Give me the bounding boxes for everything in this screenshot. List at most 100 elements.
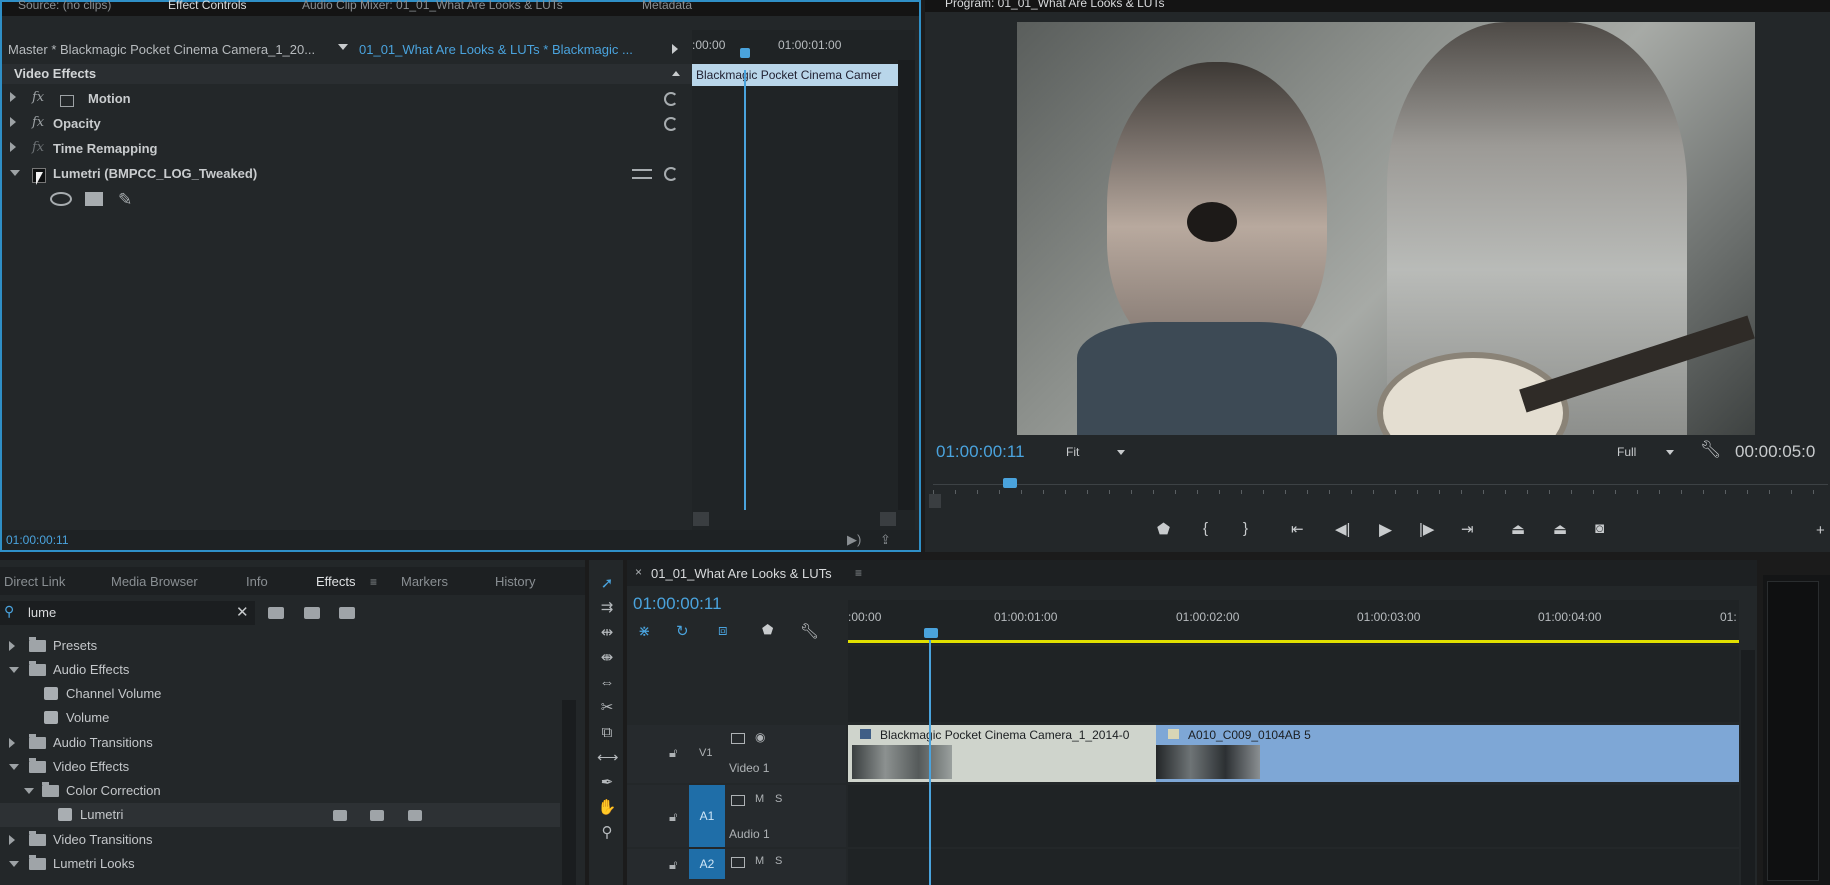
ec-playhead-icon[interactable] bbox=[740, 48, 750, 58]
tree-item-audio-effects[interactable]: Audio Effects bbox=[0, 658, 560, 682]
tree-item-color-correction[interactable]: Color Correction bbox=[0, 779, 560, 803]
eye-icon[interactable]: ◉ bbox=[755, 730, 765, 744]
rectangle-mask-icon[interactable] bbox=[85, 192, 103, 206]
tree-item-lumetri[interactable]: Lumetri bbox=[0, 803, 560, 827]
effect-row-opacity[interactable]: fx Opacity bbox=[2, 113, 692, 137]
master-dropdown-icon[interactable] bbox=[338, 44, 348, 50]
work-area-bar[interactable] bbox=[848, 640, 1739, 643]
ellipse-mask-icon[interactable] bbox=[50, 192, 72, 206]
add-marker-icon[interactable]: ⬟ bbox=[762, 622, 773, 638]
accelerated-effects-icon[interactable] bbox=[268, 607, 284, 619]
add-marker-icon[interactable]: ⬟ bbox=[1157, 520, 1170, 538]
tab-sequence[interactable]: 01_01_What Are Looks & LUTs bbox=[651, 566, 832, 581]
source-patch-a2[interactable]: A2 bbox=[689, 849, 725, 879]
lock-icon[interactable]: 🔓︎ bbox=[669, 745, 677, 761]
transform-icon[interactable] bbox=[60, 95, 74, 107]
pen-mask-icon[interactable]: ✎ bbox=[118, 190, 132, 210]
expand-icon[interactable] bbox=[9, 641, 15, 651]
wrench-icon[interactable]: 🔧︎ bbox=[1700, 440, 1722, 460]
timeline-timecode[interactable]: 01:00:00:11 bbox=[633, 594, 722, 614]
timeline-playhead-icon[interactable] bbox=[924, 628, 938, 638]
program-timecode[interactable]: 01:00:00:11 bbox=[936, 442, 1025, 462]
close-icon[interactable]: × bbox=[635, 565, 642, 579]
search-input[interactable]: lume bbox=[28, 605, 56, 620]
pen-tool-icon[interactable]: ✒ bbox=[597, 773, 617, 793]
hand-tool-icon[interactable]: ✋ bbox=[597, 798, 617, 818]
fx-toggle-icon[interactable]: fx bbox=[32, 115, 44, 130]
rolling-edit-tool-icon[interactable]: ⇼ bbox=[597, 648, 617, 668]
tab-direct-link[interactable]: Direct Link bbox=[4, 574, 65, 589]
solo-button[interactable]: S bbox=[775, 855, 782, 867]
ec-scrollbar[interactable] bbox=[898, 60, 915, 510]
program-zoom-handle[interactable] bbox=[929, 494, 941, 508]
solo-button[interactable]: S bbox=[775, 793, 782, 805]
tab-program[interactable]: Program: 01_01_What Are Looks & LUTs bbox=[945, 0, 1164, 10]
expand-icon[interactable] bbox=[10, 142, 16, 152]
go-to-out-icon[interactable]: ⇥ bbox=[1461, 520, 1474, 538]
timeline-clip[interactable]: Blackmagic Pocket Cinema Camera_1_2014-0 bbox=[848, 725, 1156, 782]
panel-menu-icon[interactable]: ≡ bbox=[370, 575, 377, 589]
tree-item-presets[interactable]: Presets bbox=[0, 634, 560, 658]
source-patch-a1[interactable]: A1 bbox=[689, 785, 725, 847]
reset-icon[interactable] bbox=[664, 117, 678, 131]
tree-item-channel-volume[interactable]: Channel Volume bbox=[0, 682, 560, 706]
show-timeline-icon[interactable] bbox=[672, 44, 678, 54]
timeline-scrollbar[interactable] bbox=[1741, 650, 1755, 885]
lock-icon[interactable]: 🔓︎ bbox=[669, 857, 677, 873]
effect-row-time-remapping[interactable]: fx Time Remapping bbox=[2, 138, 692, 162]
reset-icon[interactable] bbox=[664, 167, 678, 181]
ec-time-ruler[interactable]: :00:00 01:00:01:00 bbox=[692, 30, 915, 60]
lift-icon[interactable]: ⏏ bbox=[1511, 520, 1525, 538]
fx-toggle-icon[interactable]: fx bbox=[32, 90, 44, 105]
yuv-effects-icon[interactable] bbox=[339, 607, 355, 619]
slide-tool-icon[interactable]: ⟷ bbox=[597, 748, 619, 768]
play-audio-icon[interactable]: ▶) bbox=[847, 532, 861, 548]
zoom-dropdown[interactable]: Fit bbox=[1066, 445, 1126, 459]
collapse-icon[interactable] bbox=[9, 861, 19, 872]
collapse-icon[interactable] bbox=[9, 764, 19, 775]
tab-info[interactable]: Info bbox=[246, 574, 268, 589]
sequence-clip-label[interactable]: 01_01_What Are Looks & LUTs * Blackmagic… bbox=[359, 42, 633, 57]
mute-button[interactable]: M bbox=[755, 855, 764, 867]
step-forward-icon[interactable]: |▶ bbox=[1419, 520, 1434, 538]
razor-tool-icon[interactable]: ✂ bbox=[597, 698, 617, 718]
tab-markers[interactable]: Markers bbox=[401, 574, 448, 589]
insert-sequence-icon[interactable]: ⧈ bbox=[718, 622, 728, 639]
expand-icon[interactable] bbox=[10, 117, 16, 127]
program-scrub-ruler[interactable] bbox=[933, 470, 1828, 500]
sync-lock-icon[interactable] bbox=[731, 857, 745, 868]
track-area-a2[interactable] bbox=[848, 849, 1739, 885]
timeline-settings-icon[interactable]: 🔧︎ bbox=[800, 622, 819, 640]
sync-lock-icon[interactable] bbox=[731, 733, 745, 744]
tree-item-video-transitions[interactable]: Video Transitions bbox=[0, 828, 560, 852]
add-button-icon[interactable]: + bbox=[1816, 522, 1825, 539]
tab-effect-controls[interactable]: Effect Controls bbox=[168, 0, 246, 12]
lock-icon[interactable]: 🔓︎ bbox=[669, 809, 677, 825]
tab-source[interactable]: Source: (no clips) bbox=[18, 0, 111, 12]
zoom-tool-icon[interactable]: ⚲ bbox=[597, 823, 617, 843]
ec-timeline-area[interactable] bbox=[692, 60, 915, 530]
export-frame-icon[interactable]: ◙ bbox=[1595, 520, 1604, 537]
mute-button[interactable]: M bbox=[755, 793, 764, 805]
tab-media-browser[interactable]: Media Browser bbox=[111, 574, 198, 589]
go-to-in-icon[interactable]: ⇤ bbox=[1291, 520, 1304, 538]
track-area-a1[interactable] bbox=[848, 785, 1739, 847]
tree-item-volume[interactable]: Volume bbox=[0, 706, 560, 730]
extract-icon[interactable]: ⏏ bbox=[1553, 520, 1567, 538]
program-video-frame[interactable] bbox=[1017, 22, 1755, 435]
expand-icon[interactable] bbox=[9, 835, 15, 845]
slip-tool-icon[interactable]: ⧉ bbox=[597, 723, 617, 743]
collapse-icon[interactable] bbox=[10, 170, 20, 181]
effect-row-motion[interactable]: fx Motion bbox=[2, 88, 692, 112]
ripple-edit-tool-icon[interactable]: ⇹ bbox=[597, 623, 617, 643]
timeline-clip[interactable]: A010_C009_0104AB 5 bbox=[1156, 725, 1739, 782]
panel-menu-icon[interactable]: ≡ bbox=[855, 566, 862, 580]
selection-tool-icon[interactable]: ➚ bbox=[597, 574, 617, 594]
ec-zoom-handle-left[interactable] bbox=[693, 512, 709, 526]
play-icon[interactable]: ▶ bbox=[1379, 520, 1392, 540]
32bit-effects-icon[interactable] bbox=[304, 607, 320, 619]
mark-out-icon[interactable]: } bbox=[1243, 520, 1248, 537]
track-target[interactable]: V1 bbox=[699, 747, 712, 759]
effect-row-lumetri[interactable]: Lumetri (BMPCC_LOG_Tweaked) bbox=[2, 163, 692, 187]
snap-icon[interactable]: ⋇ bbox=[638, 622, 651, 640]
